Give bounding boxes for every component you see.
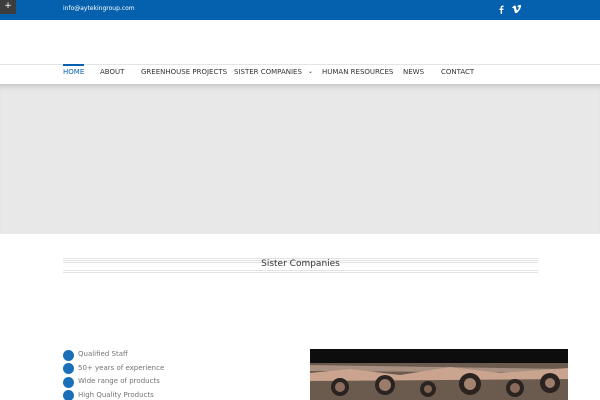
nav-item-greenhouse-projects[interactable]: GREENHOUSE PROJECTS — [141, 68, 227, 76]
title-separator-bottom-2 — [63, 272, 538, 273]
hero-slider — [0, 84, 600, 234]
warehouse-pipes-image — [310, 349, 568, 400]
section-title: Sister Companies — [261, 259, 340, 269]
main-navigation: HOME ABOUT GREENHOUSE PROJECTS SISTER CO… — [0, 64, 600, 84]
chevron-down-icon: ⌄ — [307, 68, 313, 75]
top-bar: + info@aytekingroup.com — [0, 0, 600, 20]
list-item: High Quality Products — [63, 389, 164, 400]
nav-item-human-resources[interactable]: HUMAN RESOURCES — [322, 68, 393, 76]
vimeo-icon[interactable] — [512, 5, 521, 14]
list-item: Wide range of products — [63, 375, 164, 389]
nav-item-news[interactable]: NEWS — [403, 68, 424, 76]
list-item: 50+ years of experience — [63, 362, 164, 376]
list-item: Qualified Staff — [63, 348, 164, 362]
nav-item-home[interactable]: HOME — [63, 64, 85, 76]
feature-label: Wide range of products — [78, 377, 160, 385]
nav-item-contact[interactable]: CONTACT — [441, 68, 474, 76]
bullet-circle-icon — [63, 376, 74, 388]
bullet-circle-icon — [63, 390, 74, 400]
nav-item-about[interactable]: ABOUT — [100, 68, 124, 76]
title-separator-bottom-1 — [63, 270, 538, 271]
bullet-circle-icon — [63, 349, 74, 361]
bullet-circle-icon — [63, 363, 74, 374]
nav-item-sister-companies[interactable]: SISTER COMPANIES ⌄ — [234, 68, 313, 76]
contact-email-link[interactable]: info@aytekingroup.com — [63, 5, 135, 12]
feature-list: Qualified Staff 50+ years of experience … — [63, 348, 164, 400]
sliding-bar-toggle[interactable]: + — [0, 0, 16, 14]
facebook-icon[interactable] — [497, 5, 506, 14]
feature-label: 50+ years of experience — [78, 363, 165, 372]
feature-label: Qualified Staff — [78, 350, 128, 358]
feature-label: High Quality Products — [78, 390, 154, 399]
nav-item-label: SISTER COMPANIES — [234, 68, 302, 76]
